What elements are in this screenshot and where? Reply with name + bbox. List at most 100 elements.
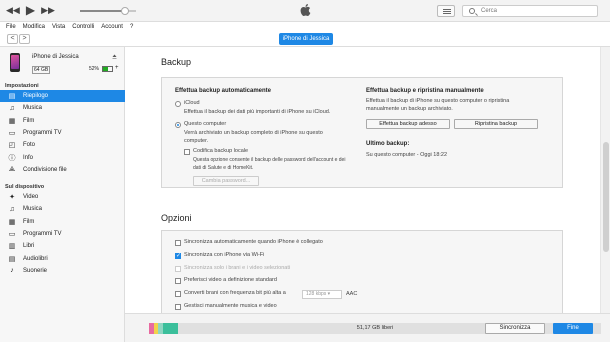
sidebar-item-film[interactable]: ▦ Film xyxy=(0,115,125,127)
sidebar-item-label: Musica xyxy=(23,105,43,112)
volume-fill xyxy=(80,10,125,12)
menu-account[interactable]: Account xyxy=(101,22,123,32)
tv-icon: ▭ xyxy=(8,129,16,137)
sidebar-item-programmi-tv[interactable]: ▭ Programmi TV xyxy=(0,127,125,139)
sidebar-item-condivisione-file[interactable]: ⟁ Condivisione file xyxy=(0,164,125,176)
encrypt-desc-line1: Questa opzione consente il backup delle … xyxy=(193,157,346,163)
scroll-thumb[interactable] xyxy=(603,142,609,252)
music-icon: ♫ xyxy=(9,205,15,213)
manual-backup-title: Effettua backup e ripristina manualmente xyxy=(366,88,484,94)
sidebar-item-label: Suonerie xyxy=(23,267,48,274)
option-label: Gestisci manualmente musica e video xyxy=(184,303,277,309)
icloud-label: iCloud xyxy=(184,100,200,106)
option-label: Preferisci video a definizione standard xyxy=(184,277,277,284)
device-item-audiolibri[interactable]: ▤ Audiolibri xyxy=(0,253,125,265)
sidebar-item-label: Info xyxy=(23,154,34,161)
back-button[interactable]: < xyxy=(7,34,18,44)
video-icon: ✦ xyxy=(9,194,15,201)
forward-button[interactable]: > xyxy=(19,34,30,44)
ringtones-icon: ♪ xyxy=(10,267,14,275)
option-label: Sincronizza solo i brani e i video selez… xyxy=(184,264,291,271)
option-label: Sincronizza automaticamente quando iPhon… xyxy=(184,239,323,245)
search-input[interactable]: Cerca xyxy=(462,5,598,17)
list-view-icon[interactable] xyxy=(437,5,455,17)
fast-forward-icon[interactable]: ▶▶ xyxy=(41,4,55,16)
option-label: Converti brani con frequenza bit più alt… xyxy=(184,290,286,297)
restore-backup-button[interactable]: Ripristina backup xyxy=(454,119,538,129)
this-computer-radio[interactable] xyxy=(175,122,181,128)
sidebar-item-label: Musica xyxy=(23,206,43,213)
main-scrollbar[interactable] xyxy=(600,47,610,313)
bottom-bar: 51,17 GB liberi Sincronizza Fine xyxy=(125,313,610,342)
encrypt-backup-checkbox[interactable] xyxy=(184,149,190,155)
play-icon[interactable]: ▶ xyxy=(26,4,35,16)
device-item-film[interactable]: ▦ Film xyxy=(0,216,125,228)
option-checkbox[interactable] xyxy=(175,304,181,310)
option-checkbox[interactable] xyxy=(175,291,181,298)
menu-vista[interactable]: Vista xyxy=(52,22,65,32)
eject-icon[interactable] xyxy=(112,54,117,59)
sidebar-item-label: Audiolibri xyxy=(23,255,48,262)
sidebar-item-foto[interactable]: ◰ Foto xyxy=(0,139,125,151)
device-name: iPhone di Jessica xyxy=(32,54,79,60)
menu-file[interactable]: File xyxy=(6,22,16,32)
device-item-libri[interactable]: ▥ Libri xyxy=(0,240,125,252)
battery-percent: 52% xyxy=(89,66,100,72)
sidebar-item-label: Video xyxy=(23,194,39,200)
device-section-title: Sul dispositivo xyxy=(5,184,45,190)
sidebar-item-label: Programmi TV xyxy=(23,129,62,136)
menu-controlli[interactable]: Controlli xyxy=(72,22,94,32)
option-checkbox[interactable] xyxy=(175,278,181,285)
iphone-icon xyxy=(10,53,20,72)
main-content: Backup Effettua backup automaticamente i… xyxy=(125,47,600,313)
sidebar-item-musica[interactable]: ♫ Musica xyxy=(0,102,125,114)
transport-controls: ◀◀ ▶ ▶▶ xyxy=(6,4,55,16)
menu-help[interactable]: ? xyxy=(130,22,133,32)
this-computer-desc-line1: Verrà archiviato un backup completo di i… xyxy=(184,130,323,136)
capacity-badge: 64 GB xyxy=(32,66,51,74)
device-item-musica[interactable]: ♫ Musica xyxy=(0,203,125,215)
file-sharing-icon: ⟁ xyxy=(8,165,16,173)
options-panel: Sincronizza automaticamente quando iPhon… xyxy=(161,230,563,313)
icloud-radio[interactable] xyxy=(175,101,181,107)
device-item-video[interactable]: ✦ Video xyxy=(0,191,125,203)
menu-bar: File Modifica Vista Controlli Account ? xyxy=(0,22,610,32)
volume-slider[interactable] xyxy=(80,7,136,15)
device-card[interactable]: iPhone di Jessica 64 GB 52% + xyxy=(0,47,125,81)
device-item-suonerie[interactable]: ♪ Suonerie xyxy=(0,265,125,277)
option-checkbox[interactable] xyxy=(175,240,181,246)
option-checkbox[interactable] xyxy=(175,252,181,259)
search-placeholder: Cerca xyxy=(481,8,498,14)
device-item-programmi-tv[interactable]: ▭ Programmi TV xyxy=(0,228,125,240)
menu-modifica[interactable]: Modifica xyxy=(23,22,45,32)
sidebar-item-label: Foto xyxy=(23,142,36,149)
device-pill-button[interactable]: iPhone di Jessica xyxy=(279,33,333,45)
tv-icon: ▭ xyxy=(8,230,16,238)
books-icon: ▥ xyxy=(8,243,16,251)
bitrate-value: 128 kbps xyxy=(306,291,327,297)
charging-icon: + xyxy=(115,65,119,71)
film-icon: ▦ xyxy=(8,117,16,125)
option-checkbox xyxy=(175,265,181,272)
sidebar-item-label: Programmi TV xyxy=(23,230,62,237)
volume-knob[interactable] xyxy=(120,7,129,15)
backup-title: Backup xyxy=(161,57,192,67)
bitrate-select[interactable]: 128 kbps ▾ xyxy=(302,290,342,299)
sidebar-item-riepilogo[interactable]: ▤ Riepilogo xyxy=(0,90,125,102)
done-button[interactable]: Fine xyxy=(553,323,593,334)
rewind-icon[interactable]: ◀◀ xyxy=(6,4,20,16)
sync-button[interactable]: Sincronizza xyxy=(485,323,545,334)
encrypt-desc-line2: dati di Salute e di HomeKit. xyxy=(193,165,254,171)
change-password-button[interactable]: Cambia password... xyxy=(193,176,259,186)
this-computer-desc-line2: computer. xyxy=(184,138,209,144)
backup-panel: Effettua backup automaticamente iCloud E… xyxy=(161,77,563,188)
manual-desc-line2: manualmente un backup archiviato. xyxy=(366,106,453,112)
sidebar-item-label: Film xyxy=(23,218,35,225)
sidebar-item-info[interactable]: ⓘ Info xyxy=(0,152,125,164)
film-icon: ▦ xyxy=(8,218,16,226)
music-icon: ♫ xyxy=(9,104,15,112)
sidebar-item-label: Condivisione file xyxy=(23,166,67,173)
sidebar-item-label: Film xyxy=(23,117,35,124)
backup-now-button[interactable]: Effettua backup adesso xyxy=(366,119,450,129)
this-computer-label: Questo computer xyxy=(184,121,227,127)
